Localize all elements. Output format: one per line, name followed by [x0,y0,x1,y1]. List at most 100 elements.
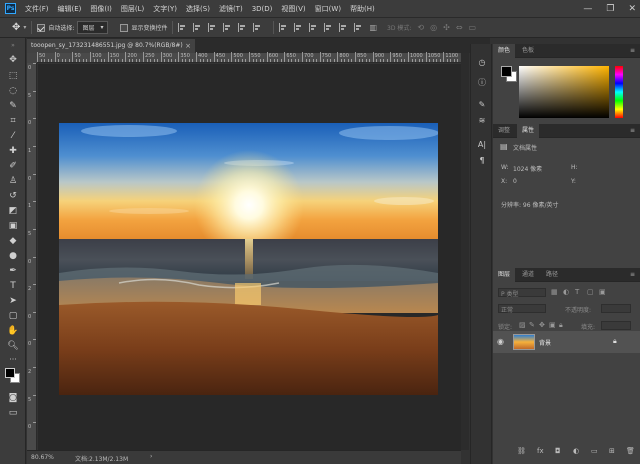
layer-filter-input[interactable]: P 类型 [498,288,546,298]
menu-window[interactable]: 窗口(W) [315,4,341,14]
ruler-horizontal[interactable]: 50 0 50 100 150 200 250 300 350 400 450 500 550 600 65… [37,52,461,63]
delete-layer-icon[interactable]: 🗑︎ [626,447,635,455]
menu-layer[interactable]: 图层(L) [121,4,144,14]
panel-menu-icon[interactable]: ≡ [630,271,635,278]
layer-name[interactable]: 背景 [539,338,551,347]
layer-row-background[interactable]: ◉ 背景 🔒︎ [493,331,640,353]
align-vcenter-icon[interactable] [238,23,247,32]
lock-all-icon[interactable]: 🔒︎ [559,321,563,330]
gradient-tool-icon[interactable]: ▣ [6,220,20,232]
3d-pan-icon[interactable]: ✣ [443,23,450,32]
history-brush-tool-icon[interactable]: ↺ [6,190,20,202]
3d-roll-icon[interactable]: ◎ [430,23,437,32]
history-panel-icon[interactable]: ◷ [477,58,487,68]
menu-image[interactable]: 图像(I) [90,4,112,14]
character-panel-icon[interactable]: A| [477,140,487,150]
document-image[interactable] [59,123,438,395]
type-tool-icon[interactable]: T [6,280,20,292]
align-hcenter-icon[interactable] [193,23,202,32]
ruler-vertical[interactable]: 0 5 0 1 0 1 5 0 2 0 0 2 5 0 [27,63,37,450]
lock-position-icon[interactable]: ✥ [539,321,545,329]
menu-select[interactable]: 选择(S) [186,4,210,14]
menu-filter[interactable]: 滤镜(T) [219,4,243,14]
distribute-vcenter-icon[interactable] [294,23,303,32]
new-layer-icon[interactable]: ⊞ [609,447,615,455]
tab-color[interactable]: 颜色 [493,44,516,58]
color-picker-field[interactable] [519,66,609,118]
lock-image-icon[interactable]: ✎ [529,321,535,329]
new-group-icon[interactable]: ▭ [591,447,598,455]
menu-view[interactable]: 视图(V) [281,4,305,14]
eraser-tool-icon[interactable]: ◩ [6,205,20,217]
add-mask-icon[interactable]: ◘ [555,447,561,455]
close-document-button[interactable]: × [185,39,191,53]
lock-artboard-icon[interactable]: ▣ [549,321,556,329]
3d-orbit-icon[interactable]: ⟲ [417,23,424,32]
fill-input[interactable] [601,321,631,330]
opacity-input[interactable] [601,304,631,313]
path-selection-tool-icon[interactable]: ➤ [6,295,20,307]
filter-shape-icon[interactable]: ▢ [587,288,594,296]
distribute-left-icon[interactable] [324,23,333,32]
info-panel-icon[interactable]: ⓘ [477,78,487,88]
marquee-tool-icon[interactable]: ⬚ [6,70,20,82]
status-menu-arrow[interactable]: › [150,453,152,460]
eye-icon[interactable]: ◉ [497,337,504,346]
screen-mode-icon[interactable]: ▭ [6,407,20,419]
menu-file[interactable]: 文件(F) [25,4,49,14]
lasso-tool-icon[interactable]: ◌ [6,85,20,97]
quick-select-tool-icon[interactable]: ✎ [6,100,20,112]
canvas-vertical-scrollbar[interactable] [461,53,469,450]
minimize-button[interactable]: — [583,4,592,14]
tab-paths[interactable]: 路径 [541,268,563,282]
tab-layers[interactable]: 图层 [493,268,516,282]
width-value[interactable]: 1024 像素 [513,164,542,173]
menu-3d[interactable]: 3D(D) [252,5,273,13]
blend-mode-dropdown[interactable]: 正常 [498,304,546,314]
filter-smart-icon[interactable]: ▣ [599,288,606,296]
crop-tool-icon[interactable]: ⌗ [6,115,20,127]
adjustment-layer-icon[interactable]: ◐ [573,447,579,455]
menu-edit[interactable]: 编辑(E) [58,4,82,14]
foreground-color-swatch[interactable] [5,368,15,378]
brush-tool-icon[interactable]: ✐ [6,160,20,172]
align-right-icon[interactable] [208,23,217,32]
fx-icon[interactable]: fx [537,447,544,455]
tab-swatches[interactable]: 色板 [517,44,539,58]
dodge-tool-icon[interactable]: ● [6,250,20,262]
tab-channels[interactable]: 通道 [517,268,539,282]
healing-brush-tool-icon[interactable]: ✚ [6,145,20,157]
zoom-tool-icon[interactable]: 🔍︎ [6,340,20,352]
auto-align-icon[interactable]: ▥ [369,23,377,32]
eyedropper-tool-icon[interactable]: ⁄ [6,130,20,142]
distribute-hcenter-icon[interactable] [339,23,348,32]
tab-adjustments[interactable]: 调整 [493,124,515,138]
toolbar-collapse-icon[interactable]: » [6,40,20,52]
brush-settings-icon[interactable]: ✎ [477,100,487,110]
filter-pixel-icon[interactable]: ▦ [551,288,558,296]
clone-stamp-tool-icon[interactable]: ♙ [6,175,20,187]
panel-menu-icon[interactable]: ≡ [630,47,635,54]
tab-properties[interactable]: 属性 [517,124,540,138]
hue-slider[interactable] [615,66,623,118]
blur-tool-icon[interactable]: ◆ [6,235,20,247]
pen-tool-icon[interactable]: ✒ [6,265,20,277]
lock-transparent-icon[interactable]: ▨ [519,321,526,329]
brushes-panel-icon[interactable]: ≋ [477,116,487,126]
paragraph-panel-icon[interactable]: ¶ [477,156,487,166]
distribute-top-icon[interactable] [279,23,288,32]
distribute-right-icon[interactable] [354,23,363,32]
maximize-button[interactable]: ❐ [606,4,614,14]
align-top-icon[interactable] [223,23,232,32]
more-tools-icon[interactable]: ··· [6,354,20,366]
document-tab[interactable]: tooopen_sy_173231486551.jpg @ 80.7%(RGB/… [27,39,195,53]
menu-help[interactable]: 帮助(H) [350,4,375,14]
show-transform-checkbox[interactable] [120,23,129,32]
rectangle-tool-icon[interactable]: ▢ [6,310,20,322]
foreground-color-swatch[interactable] [501,66,512,77]
align-bottom-icon[interactable] [253,23,262,32]
quick-mask-icon[interactable]: ◙ [6,392,20,404]
auto-select-checkbox[interactable] [37,23,46,32]
filter-adjust-icon[interactable]: ◐ [563,288,569,296]
tool-preset-dropdown[interactable]: ▾ [23,24,26,31]
